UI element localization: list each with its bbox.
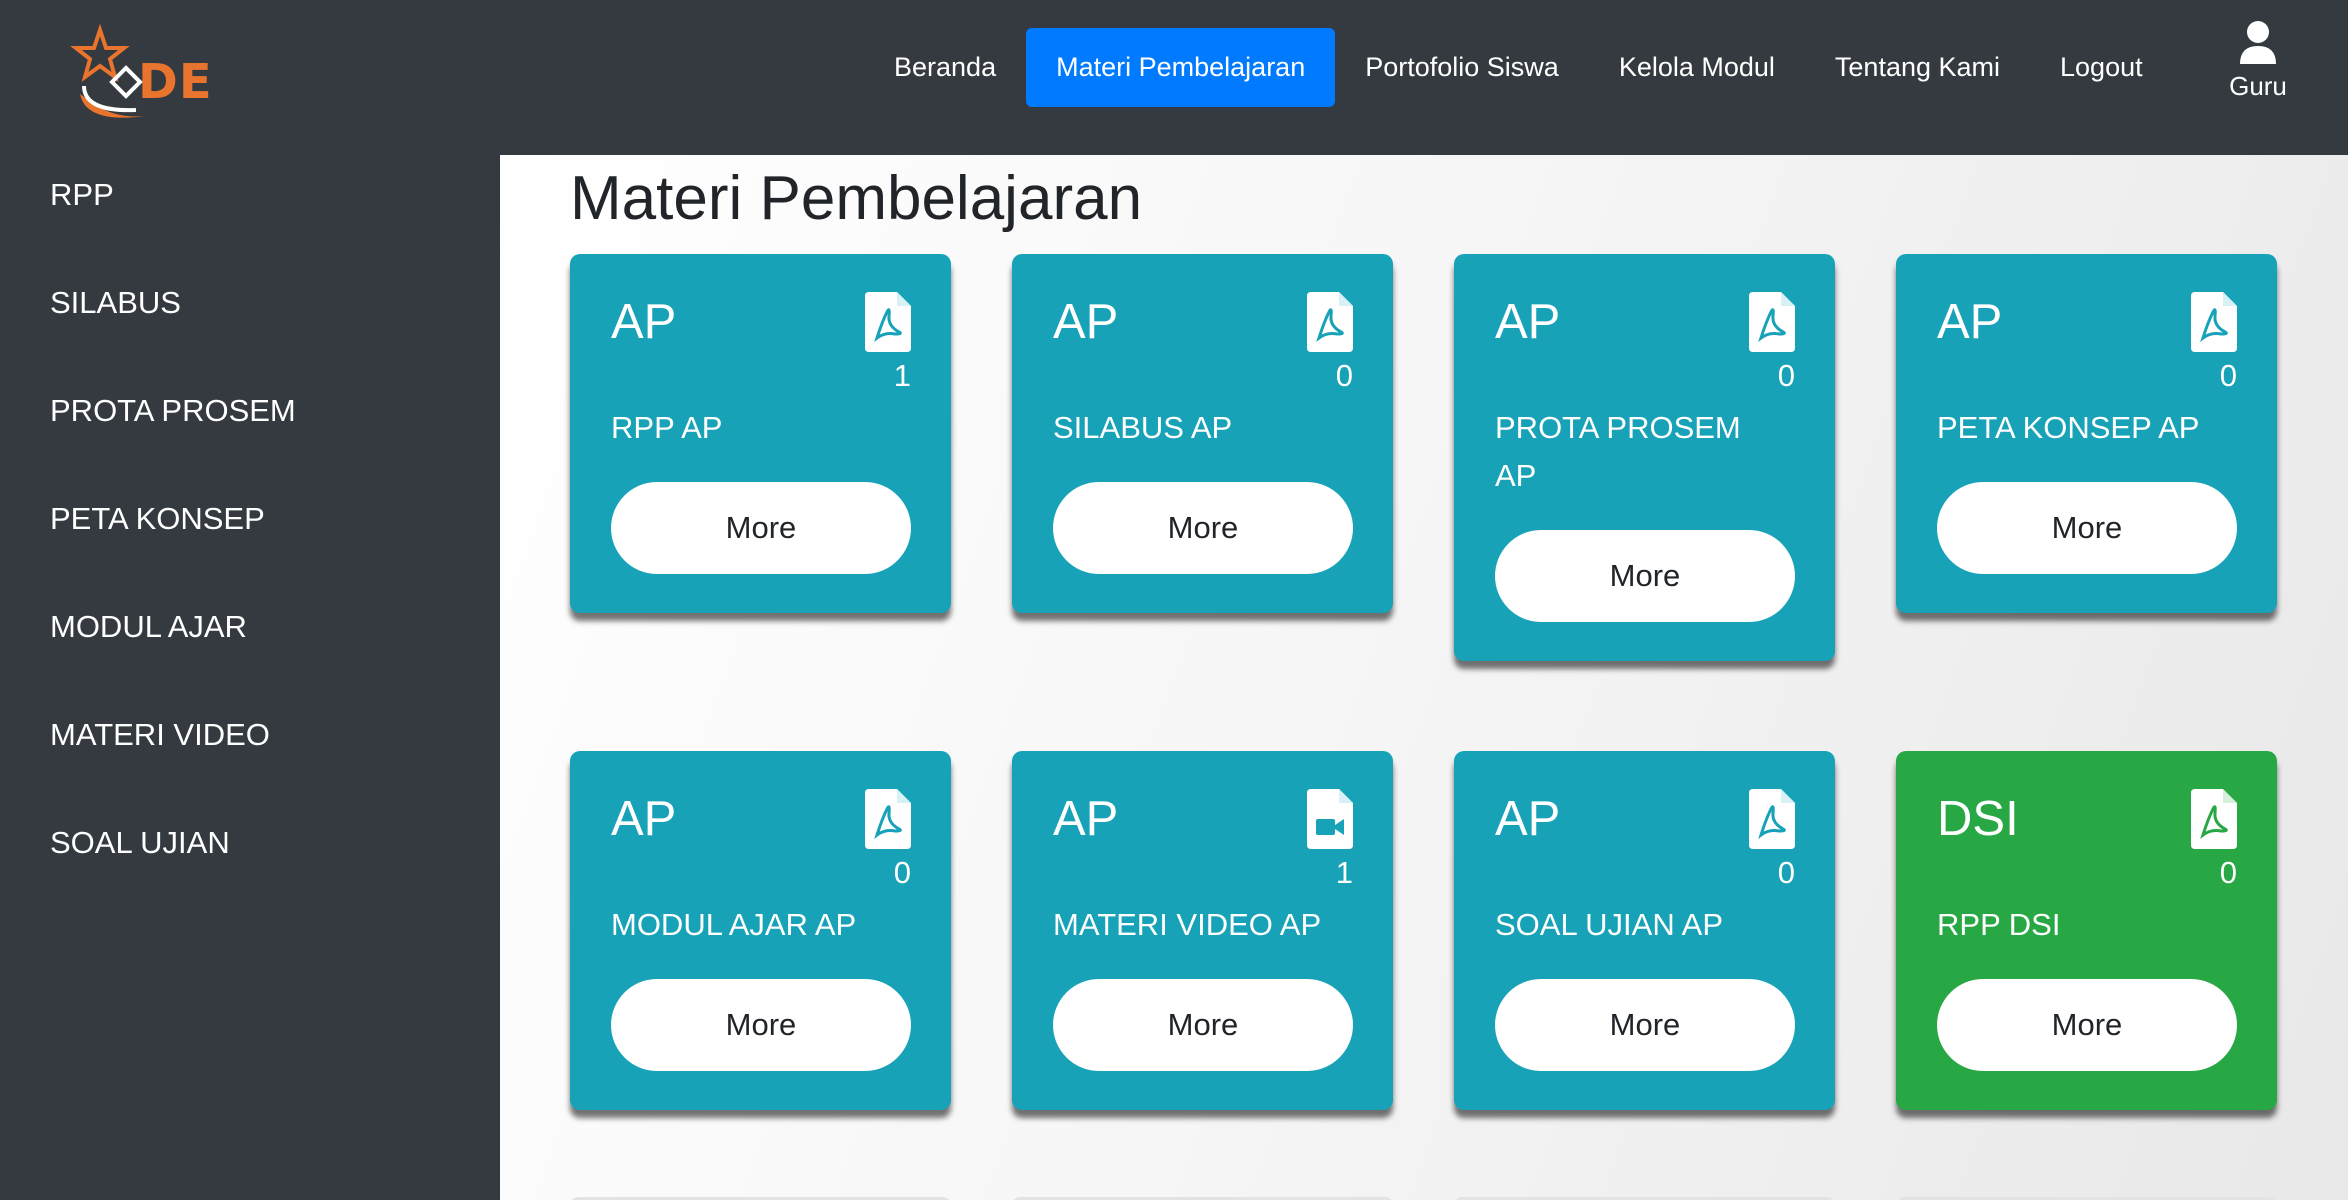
card-code: AP bbox=[1495, 295, 1561, 349]
sidebar-item-peta-konsep[interactable]: PETA KONSEP bbox=[50, 501, 265, 537]
card-soal-ujian-ap: AP 0 SOAL UJIAN AP More bbox=[1454, 751, 1835, 1110]
sidebar-item-silabus[interactable]: SILABUS bbox=[50, 285, 181, 321]
pdf-file-icon bbox=[1749, 789, 1795, 849]
more-button[interactable]: More bbox=[611, 979, 911, 1071]
pdf-file-icon bbox=[1307, 292, 1353, 352]
more-button[interactable]: More bbox=[1937, 482, 2237, 574]
card-peta-konsep-ap: AP 0 PETA KONSEP AP More bbox=[1896, 254, 2277, 613]
card-count: 0 bbox=[2219, 855, 2237, 890]
card-label: PROTA PROSEM AP bbox=[1495, 410, 1741, 493]
more-button[interactable]: More bbox=[1495, 979, 1795, 1071]
card-label: SILABUS AP bbox=[1053, 410, 1233, 445]
card-label: PETA KONSEP AP bbox=[1937, 410, 2200, 445]
top-navbar: DE Beranda Materi Pembelajaran Portofoli… bbox=[0, 0, 2348, 155]
pdf-file-icon bbox=[1749, 292, 1795, 352]
sidebar-item-soal-ujian[interactable]: SOAL UJIAN bbox=[50, 825, 230, 861]
more-button[interactable]: More bbox=[1495, 530, 1795, 622]
card-code: AP bbox=[1053, 792, 1119, 846]
card-count: 0 bbox=[1777, 358, 1795, 393]
nav-logout[interactable]: Logout bbox=[2030, 28, 2173, 107]
main-content: Materi Pembelajaran AP 1 RPP AP More AP … bbox=[500, 155, 2348, 1200]
nav-materi-pembelajaran[interactable]: Materi Pembelajaran bbox=[1026, 28, 1336, 107]
card-label: MATERI VIDEO AP bbox=[1053, 907, 1322, 942]
card-code: AP bbox=[1937, 295, 2003, 349]
more-button[interactable]: More bbox=[1937, 979, 2237, 1071]
logo-text: DE bbox=[138, 54, 213, 110]
card-count: 1 bbox=[1335, 855, 1353, 890]
main-nav: Beranda Materi Pembelajaran Portofolio S… bbox=[864, 28, 2173, 107]
pdf-file-icon bbox=[865, 789, 911, 849]
pdf-file-icon bbox=[865, 292, 911, 352]
user-label: Guru bbox=[2229, 71, 2287, 101]
nav-beranda[interactable]: Beranda bbox=[864, 28, 1026, 107]
video-file-icon bbox=[1307, 789, 1353, 849]
sidebar-item-rpp[interactable]: RPP bbox=[50, 177, 114, 213]
more-button[interactable]: More bbox=[1053, 482, 1353, 574]
card-count: 0 bbox=[893, 855, 911, 890]
card-count: 0 bbox=[1335, 358, 1353, 393]
page-title: Materi Pembelajaran bbox=[570, 164, 1143, 233]
card-label: SOAL UJIAN AP bbox=[1495, 907, 1723, 942]
sidebar-item-modul-ajar[interactable]: MODUL AJAR bbox=[50, 609, 247, 645]
card-prota-prosem-ap: AP 0 PROTA PROSEM AP More bbox=[1454, 254, 1835, 661]
nav-tentang-kami[interactable]: Tentang Kami bbox=[1805, 28, 2030, 107]
card-code: AP bbox=[611, 792, 677, 846]
brand-logo[interactable]: DE bbox=[66, 24, 216, 134]
sidebar: RPP SILABUS PROTA PROSEM PETA KONSEP MOD… bbox=[0, 155, 500, 1200]
card-label: MODUL AJAR AP bbox=[611, 907, 857, 942]
card-code: AP bbox=[1053, 295, 1119, 349]
more-button[interactable]: More bbox=[1053, 979, 1353, 1071]
nav-portofolio-siswa[interactable]: Portofolio Siswa bbox=[1335, 28, 1589, 107]
card-count: 0 bbox=[1777, 855, 1795, 890]
card-rpp-ap: AP 1 RPP AP More bbox=[570, 254, 951, 613]
pdf-file-icon bbox=[2191, 789, 2237, 849]
card-count: 1 bbox=[893, 358, 911, 393]
card-code: AP bbox=[611, 295, 677, 349]
card-materi-video-ap: AP 1 MATERI VIDEO AP More bbox=[1012, 751, 1393, 1110]
sidebar-item-materi-video[interactable]: MATERI VIDEO bbox=[50, 717, 270, 753]
pdf-file-icon bbox=[2191, 292, 2237, 352]
user-icon bbox=[2240, 21, 2276, 64]
sidebar-item-prota-prosem[interactable]: PROTA PROSEM bbox=[50, 393, 296, 429]
user-menu[interactable]: Guru bbox=[2218, 20, 2298, 102]
nav-kelola-modul[interactable]: Kelola Modul bbox=[1589, 28, 1805, 107]
card-code: AP bbox=[1495, 792, 1561, 846]
more-button[interactable]: More bbox=[611, 482, 911, 574]
card-rpp-dsi: DSI 0 RPP DSI More bbox=[1896, 751, 2277, 1110]
card-count: 0 bbox=[2219, 358, 2237, 393]
card-label: RPP AP bbox=[611, 410, 723, 445]
card-label: RPP DSI bbox=[1937, 907, 2061, 942]
card-code: DSI bbox=[1937, 792, 2019, 846]
card-modul-ajar-ap: AP 0 MODUL AJAR AP More bbox=[570, 751, 951, 1110]
card-silabus-ap: AP 0 SILABUS AP More bbox=[1012, 254, 1393, 613]
